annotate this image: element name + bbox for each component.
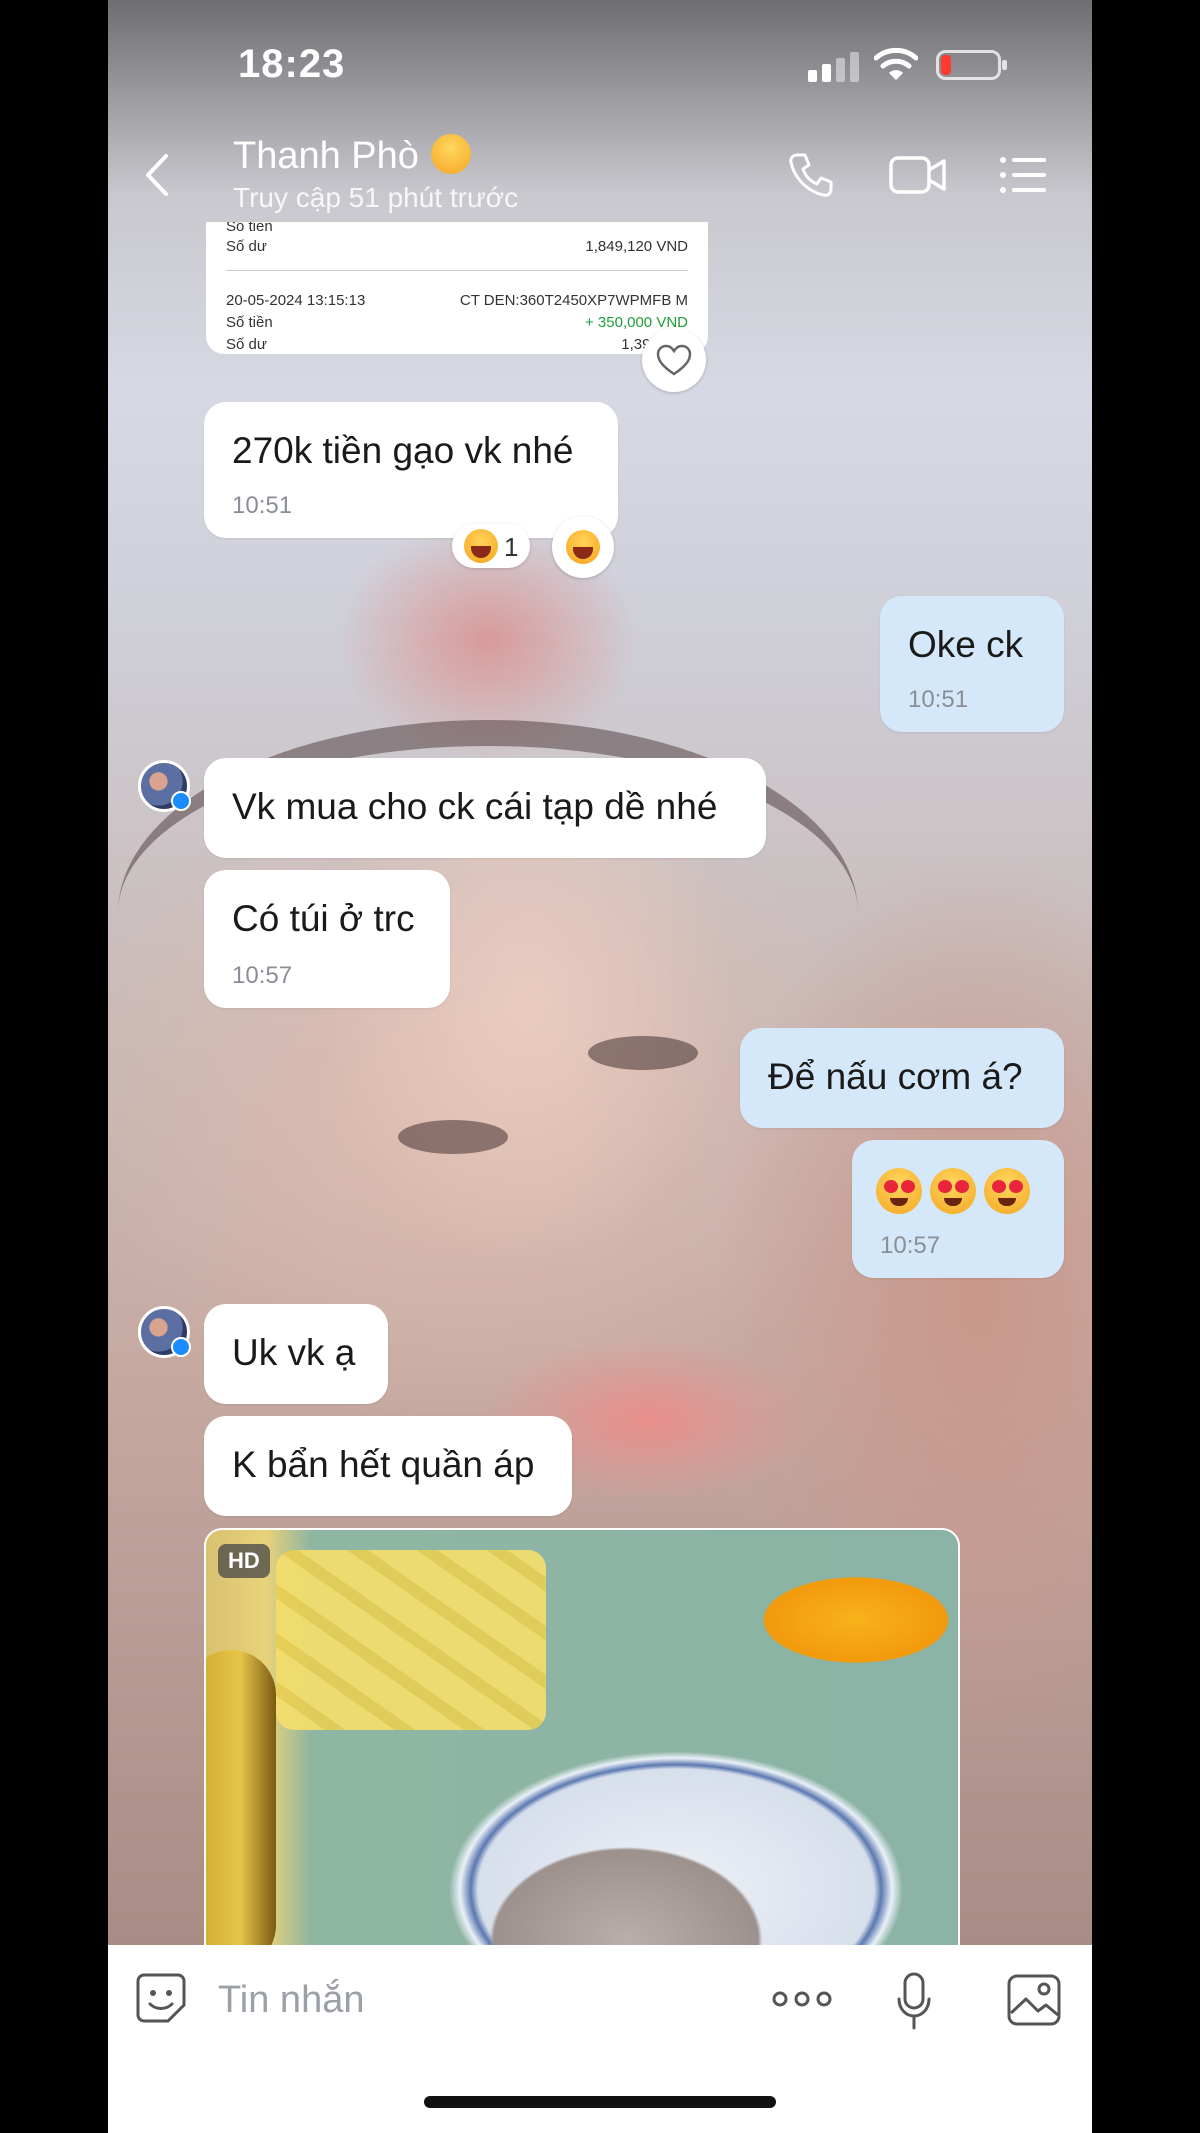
sticker-icon[interactable] — [134, 1971, 188, 2025]
hand-over-mouth-emoji-icon — [431, 134, 472, 174]
more-options-icon[interactable] — [772, 1989, 832, 2009]
chat-screen: 18:23 Thanh Phò Truy cập 51 phút trước S… — [108, 0, 1092, 2133]
image-gallery-icon[interactable] — [1006, 1973, 1062, 2027]
message-incoming[interactable]: Uk vk ạ — [204, 1304, 388, 1404]
bank-receipt-image[interactable]: Số tiền Số dư 1,849,120 VND 20-05-2024 1… — [206, 222, 708, 354]
back-icon[interactable] — [138, 150, 178, 200]
heart-eyes-emoji-icon — [984, 1168, 1030, 1214]
reaction-summary[interactable]: 1 — [452, 524, 530, 568]
status-time: 18:23 — [238, 42, 346, 86]
photo-message[interactable]: HD — [204, 1528, 960, 1948]
message-incoming[interactable]: Vk mua cho ck cái tạp dề nhé — [204, 758, 766, 858]
message-outgoing[interactable]: Để nấu cơm á? — [740, 1028, 1064, 1128]
heart-eyes-emoji-icon — [930, 1168, 976, 1214]
phone-call-icon[interactable] — [786, 150, 836, 200]
hd-badge: HD — [218, 1544, 270, 1578]
wifi-icon — [874, 47, 918, 80]
microphone-icon[interactable] — [894, 1971, 934, 2031]
status-bar: 18:23 — [108, 0, 1092, 120]
battery-icon — [936, 50, 1007, 80]
message-input[interactable]: Tin nhắn — [218, 1979, 364, 2022]
message-outgoing[interactable]: Oke ck 10:51 — [880, 596, 1064, 732]
signal-icon — [808, 52, 859, 82]
laugh-emoji-icon — [566, 530, 600, 564]
contact-name[interactable]: Thanh Phò — [233, 134, 472, 178]
react-heart-button[interactable] — [642, 328, 706, 392]
message-incoming[interactable]: 270k tiền gạo vk nhé 10:51 — [204, 402, 618, 538]
contact-last-seen: Truy cập 51 phút trước — [233, 182, 519, 213]
message-outgoing[interactable]: 10:57 — [852, 1140, 1064, 1278]
video-call-icon[interactable] — [888, 150, 948, 200]
heart-icon — [656, 344, 692, 376]
menu-icon[interactable] — [998, 150, 1048, 200]
contact-avatar[interactable] — [138, 1306, 191, 1358]
message-incoming[interactable]: K bẩn hết quần áp — [204, 1416, 572, 1516]
contact-avatar[interactable] — [138, 760, 191, 812]
react-button[interactable] — [552, 516, 614, 578]
home-indicator[interactable] — [424, 2096, 776, 2108]
heart-eyes-emoji-icon — [876, 1168, 922, 1214]
message-incoming[interactable]: Có túi ở trc 10:57 — [204, 870, 450, 1008]
chat-header: Thanh Phò Truy cập 51 phút trước — [108, 120, 1092, 224]
laugh-emoji-icon — [464, 529, 498, 563]
